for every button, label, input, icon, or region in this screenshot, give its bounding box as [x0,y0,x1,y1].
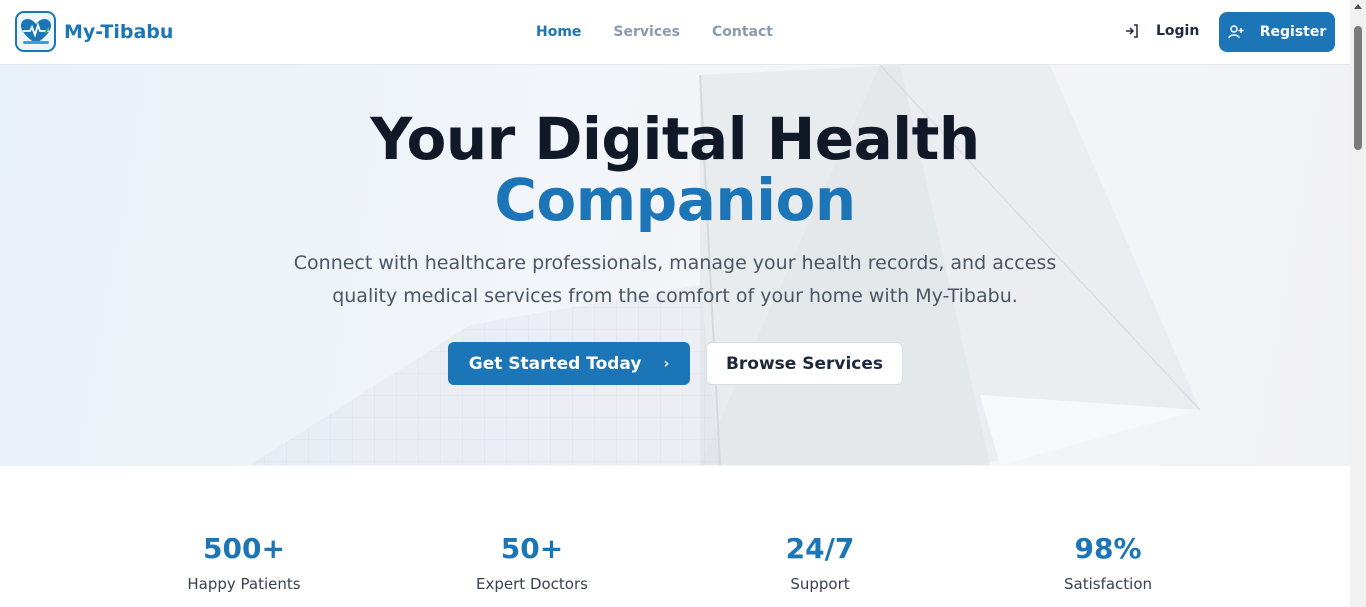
get-started-button[interactable]: Get Started Today › [448,342,690,385]
brand[interactable]: My-Tibabu [15,11,173,52]
top-navbar: My-Tibabu Home Services Contact Login Re… [0,0,1350,65]
browse-services-button[interactable]: Browse Services [706,342,903,385]
heart-pulse-icon [15,11,56,52]
user-plus-icon [1227,25,1244,39]
get-started-label: Get Started Today [468,353,642,374]
hero-title-line2: Companion [494,166,856,234]
chevron-right-icon: › [663,355,670,372]
stat-satisfaction: 98% Satisfaction [988,532,1228,593]
nav-home[interactable]: Home [536,24,581,40]
stats-section: 500+ Happy Patients 50+ Expert Doctors 2… [0,466,1350,607]
main-nav: Home Services Contact [536,24,805,40]
hero-description: Connect with healthcare professionals, m… [293,252,1057,307]
scrollbar-thumb[interactable] [1354,26,1362,150]
browse-services-label: Browse Services [725,353,884,374]
hero-title-line1: Your Digital Health [370,105,980,173]
register-label: Register [1259,24,1327,40]
stat-label: Support [790,575,850,593]
stat-value: 24/7 [785,532,855,565]
register-button[interactable]: Register [1219,12,1335,52]
stat-value: 500+ [203,532,285,565]
stat-expert-doctors: 50+ Expert Doctors [412,532,652,593]
stat-support: 24/7 Support [700,532,940,593]
stat-label: Expert Doctors [476,575,588,593]
login-icon [1126,24,1138,38]
nav-contact[interactable]: Contact [712,24,773,40]
stat-value: 50+ [500,532,564,565]
login-label: Login [1156,23,1200,39]
scroll-up-icon[interactable] [1354,4,1362,9]
hero-section: Your Digital Health Companion Connect wi… [0,65,1350,466]
login-button[interactable]: Login [1124,23,1199,39]
page-scrollbar[interactable] [1350,0,1366,607]
stat-happy-patients: 500+ Happy Patients [124,532,364,593]
brand-name: My-Tibabu [64,20,174,43]
stat-value: 98% [1074,532,1142,565]
nav-services[interactable]: Services [613,24,680,40]
stat-label: Satisfaction [1063,575,1153,593]
stat-label: Happy Patients [187,575,301,593]
